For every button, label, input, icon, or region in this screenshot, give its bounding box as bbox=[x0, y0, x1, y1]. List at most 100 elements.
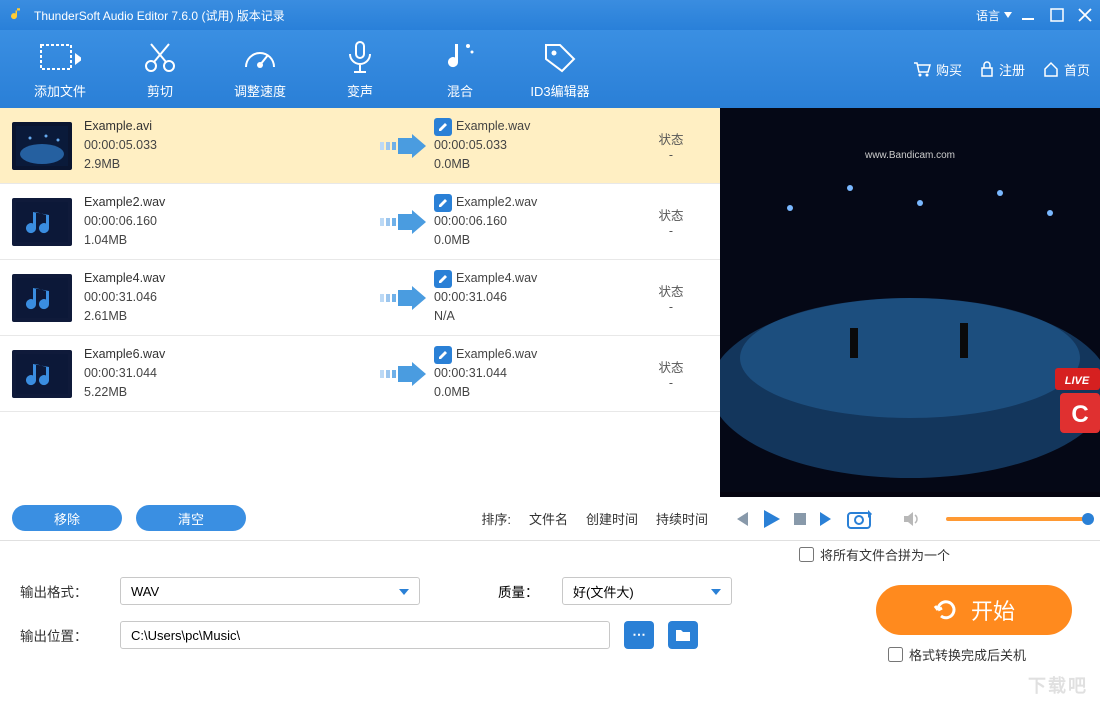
edit-icon[interactable] bbox=[434, 194, 452, 212]
shutdown-label: 格式转换完成后关机 bbox=[909, 645, 1026, 664]
more-path-button[interactable]: ⋯ bbox=[624, 621, 654, 649]
file-thumbnail bbox=[12, 350, 72, 398]
home-button[interactable]: 首页 bbox=[1043, 60, 1090, 79]
file-row[interactable]: Example2.wav00:00:06.1601.04MBExample2.w… bbox=[0, 184, 720, 260]
home-icon bbox=[1043, 61, 1059, 77]
output-path-input[interactable]: C:\Users\pc\Music\ bbox=[120, 621, 610, 649]
svg-text:www.Bandicam.com: www.Bandicam.com bbox=[864, 150, 955, 161]
edit-icon[interactable] bbox=[434, 270, 452, 288]
file-duration: 00:00:31.046 bbox=[84, 288, 374, 307]
preview-frame: www.Bandicam.com LIVE C bbox=[720, 108, 1100, 492]
file-duration: 00:00:05.033 bbox=[84, 136, 374, 155]
output-panel: 将所有文件合拼为一个 输出格式： WAV 质量： 好(文件大) 输出位置： C:… bbox=[0, 540, 1100, 706]
quality-select[interactable]: 好(文件大) bbox=[562, 577, 732, 605]
file-thumbnail bbox=[12, 198, 72, 246]
output-size: 0.0MB bbox=[434, 383, 634, 402]
format-label: 输出格式： bbox=[20, 581, 106, 601]
file-row[interactable]: Example4.wav00:00:31.0462.61MBExample4.w… bbox=[0, 260, 720, 336]
output-name: Example6.wav bbox=[456, 345, 537, 364]
buy-button[interactable]: 购买 bbox=[913, 60, 962, 79]
tag-icon bbox=[542, 41, 578, 73]
file-size: 2.9MB bbox=[84, 155, 374, 174]
output-duration: 00:00:31.046 bbox=[434, 288, 634, 307]
output-info: Example6.wav00:00:31.0440.0MB bbox=[434, 345, 634, 401]
language-menu[interactable]: 语言 bbox=[976, 7, 1012, 24]
minimize-button[interactable] bbox=[1022, 8, 1036, 22]
film-add-icon bbox=[39, 41, 81, 73]
file-size: 1.04MB bbox=[84, 231, 374, 250]
volume-icon[interactable] bbox=[902, 510, 922, 528]
output-name: Example.wav bbox=[456, 117, 530, 136]
sort-by-created[interactable]: 创建时间 bbox=[586, 509, 638, 528]
cut-button[interactable]: 剪切 bbox=[110, 39, 210, 100]
file-status: 状态- bbox=[634, 205, 708, 238]
speed-button[interactable]: 调整速度 bbox=[210, 39, 310, 100]
output-info: Example2.wav00:00:06.1600.0MB bbox=[434, 193, 634, 249]
file-row[interactable]: Example.avi00:00:05.0332.9MBExample.wav0… bbox=[0, 108, 720, 184]
file-name: Example4.wav bbox=[84, 269, 374, 288]
merge-checkbox-row: 将所有文件合拼为一个 bbox=[799, 545, 950, 564]
format-select[interactable]: WAV bbox=[120, 577, 420, 605]
video-preview[interactable]: www.Bandicam.com LIVE C bbox=[720, 108, 1100, 497]
arrow-icon bbox=[374, 210, 434, 234]
chevron-down-icon bbox=[1004, 12, 1012, 18]
output-info: Example.wav00:00:05.0330.0MB bbox=[434, 117, 634, 173]
file-name: Example2.wav bbox=[84, 193, 374, 212]
file-size: 5.22MB bbox=[84, 383, 374, 402]
play-button[interactable] bbox=[760, 508, 782, 530]
gauge-icon bbox=[242, 41, 278, 73]
snapshot-button[interactable] bbox=[846, 508, 872, 530]
output-size: N/A bbox=[434, 307, 634, 326]
merge-checkbox[interactable] bbox=[799, 547, 814, 562]
arrow-icon bbox=[374, 362, 434, 386]
prev-button[interactable] bbox=[732, 510, 750, 528]
voice-change-button[interactable]: 变声 bbox=[310, 39, 410, 100]
output-name: Example2.wav bbox=[456, 193, 537, 212]
register-button[interactable]: 注册 bbox=[980, 60, 1025, 79]
clear-button[interactable]: 清空 bbox=[136, 505, 246, 531]
file-info: Example4.wav00:00:31.0462.61MB bbox=[84, 269, 374, 325]
edit-icon[interactable] bbox=[434, 346, 452, 364]
mix-button[interactable]: 混合 bbox=[410, 39, 510, 100]
maximize-button[interactable] bbox=[1050, 8, 1064, 22]
music-note-icon bbox=[444, 40, 476, 74]
output-duration: 00:00:31.044 bbox=[434, 364, 634, 383]
video-controls bbox=[720, 497, 1100, 540]
arrow-icon bbox=[374, 286, 434, 310]
file-list: Example.avi00:00:05.0332.9MBExample.wav0… bbox=[0, 108, 720, 540]
file-name: Example6.wav bbox=[84, 345, 374, 364]
sort-by-duration[interactable]: 持续时间 bbox=[656, 509, 708, 528]
output-size: 0.0MB bbox=[434, 231, 634, 250]
titlebar: ThunderSoft Audio Editor 7.6.0 (试用) 版本记录… bbox=[0, 0, 1100, 30]
microphone-icon bbox=[344, 40, 376, 74]
folder-icon bbox=[675, 628, 691, 642]
file-row[interactable]: Example6.wav00:00:31.0445.22MBExample6.w… bbox=[0, 336, 720, 412]
next-button[interactable] bbox=[818, 510, 836, 528]
start-button[interactable]: 开始 bbox=[876, 585, 1072, 635]
watermark: 下载吧 bbox=[1028, 672, 1088, 698]
file-size: 2.61MB bbox=[84, 307, 374, 326]
output-name: Example4.wav bbox=[456, 269, 537, 288]
add-file-button[interactable]: 添加文件 bbox=[10, 39, 110, 100]
sort-by-filename[interactable]: 文件名 bbox=[529, 509, 568, 528]
edit-icon[interactable] bbox=[434, 118, 452, 136]
open-folder-button[interactable] bbox=[668, 621, 698, 649]
file-name: Example.avi bbox=[84, 117, 374, 136]
output-duration: 00:00:06.160 bbox=[434, 212, 634, 231]
file-info: Example2.wav00:00:06.1601.04MB bbox=[84, 193, 374, 249]
file-thumbnail bbox=[12, 274, 72, 322]
file-info: Example.avi00:00:05.0332.9MB bbox=[84, 117, 374, 173]
shutdown-checkbox[interactable] bbox=[888, 647, 903, 662]
shutdown-checkbox-row: 格式转换完成后关机 bbox=[888, 645, 1026, 664]
close-button[interactable] bbox=[1078, 8, 1092, 22]
refresh-icon bbox=[933, 597, 959, 623]
svg-text:LIVE: LIVE bbox=[1065, 375, 1090, 387]
scissors-icon bbox=[143, 40, 177, 74]
svg-text:C: C bbox=[1071, 401, 1088, 428]
volume-slider[interactable] bbox=[946, 517, 1088, 521]
remove-button[interactable]: 移除 bbox=[12, 505, 122, 531]
file-duration: 00:00:06.160 bbox=[84, 212, 374, 231]
stop-button[interactable] bbox=[792, 511, 808, 527]
id3-editor-button[interactable]: ID3编辑器 bbox=[510, 39, 610, 100]
lock-icon bbox=[980, 61, 994, 77]
